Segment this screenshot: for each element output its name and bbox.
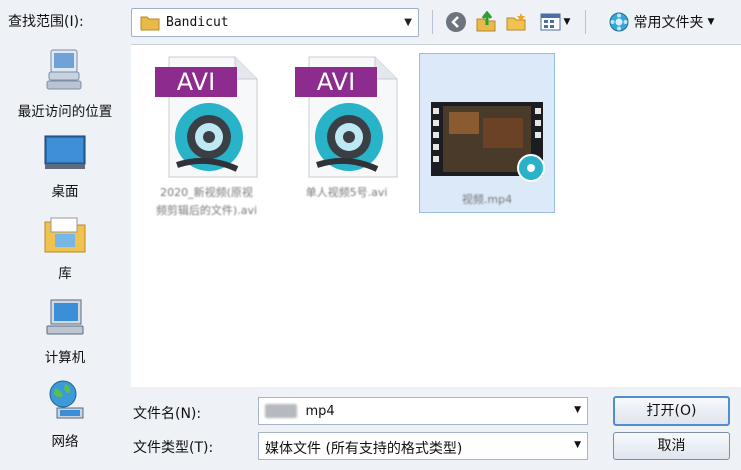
file-name-value: mp4 xyxy=(305,403,335,419)
folder-icon xyxy=(140,16,160,31)
file-list[interactable]: AVI 2020_新视频(原视 频剪辑后的文件).avi AVI 单人视频5号.… xyxy=(131,44,741,387)
view-menu-icon xyxy=(540,13,561,31)
computer-icon xyxy=(46,299,84,335)
new-folder-button[interactable] xyxy=(504,10,528,34)
place-network[interactable]: 网络 xyxy=(0,378,130,450)
file-name: 2020_新视频(原视 xyxy=(160,186,253,199)
look-in-label: 查找范围(I): xyxy=(8,14,84,30)
recent-places-icon xyxy=(46,49,82,90)
place-desktop[interactable]: 桌面 xyxy=(0,134,130,200)
file-badge: AVI xyxy=(316,68,354,96)
desktop-icon xyxy=(44,135,86,169)
file-item[interactable]: AVI 单人视频5号.avi xyxy=(279,55,414,201)
places-bar: 最近访问的位置 桌面 库 计算机 网络 xyxy=(0,44,130,470)
cancel-button[interactable]: 取消 xyxy=(613,432,730,460)
favorites-label: 常用文件夹 xyxy=(633,15,704,31)
libraries-icon xyxy=(44,217,86,253)
place-libraries[interactable]: 库 xyxy=(0,214,130,282)
file-badge: AVI xyxy=(176,68,214,96)
file-name: 频剪辑后的文件).avi xyxy=(155,204,258,217)
favorites-button[interactable]: 常用文件夹 ▼ xyxy=(597,10,725,34)
open-button[interactable]: 打开(O) xyxy=(613,396,730,426)
look-in-dropdown[interactable]: Bandicut ▼ xyxy=(131,8,419,37)
view-menu-button[interactable]: ▼ xyxy=(536,10,574,34)
chevron-down-icon[interactable]: ▼ xyxy=(404,17,412,28)
redacted-text xyxy=(265,404,297,418)
chevron-down-icon: ▼ xyxy=(574,440,581,450)
file-item[interactable]: AVI 2020_新视频(原视 频剪辑后的文件).avi xyxy=(139,55,274,219)
chevron-down-icon[interactable]: ▼ xyxy=(574,405,581,415)
file-type-select[interactable]: 媒体文件 (所有支持的格式类型) ▼ xyxy=(258,432,588,460)
place-recent[interactable]: 最近访问的位置 xyxy=(0,48,130,120)
file-name: 视频.mp4 xyxy=(461,193,513,206)
place-label: 计算机 xyxy=(44,350,86,366)
place-label: 网络 xyxy=(51,434,79,450)
favorites-icon xyxy=(609,12,629,32)
place-label: 桌面 xyxy=(51,184,79,200)
file-type-label: 文件类型(T): xyxy=(133,440,214,456)
place-label: 库 xyxy=(58,266,72,282)
file-name-input[interactable]: mp4 ▼ xyxy=(258,397,588,425)
chevron-down-icon: ▼ xyxy=(563,17,571,27)
file-name-label: 文件名(N): xyxy=(133,406,202,422)
file-name: 单人视频5号.avi xyxy=(305,186,388,199)
current-folder-name: Bandicut xyxy=(166,15,229,30)
video-thumbnail-icon xyxy=(431,102,545,182)
up-one-level-button[interactable] xyxy=(474,10,498,34)
back-icon xyxy=(446,12,466,32)
chevron-down-icon: ▼ xyxy=(707,17,715,27)
avi-file-icon: AVI xyxy=(154,56,257,178)
file-item-selected[interactable]: 视频.mp4 xyxy=(419,53,555,213)
up-folder-icon xyxy=(476,11,496,32)
back-button[interactable] xyxy=(444,10,468,34)
place-computer[interactable]: 计算机 xyxy=(0,298,130,366)
avi-file-icon: AVI xyxy=(294,56,397,178)
file-type-value: 媒体文件 (所有支持的格式类型) xyxy=(265,441,463,457)
new-folder-icon xyxy=(506,13,526,31)
place-label: 最近访问的位置 xyxy=(17,104,113,120)
network-icon xyxy=(49,380,84,419)
